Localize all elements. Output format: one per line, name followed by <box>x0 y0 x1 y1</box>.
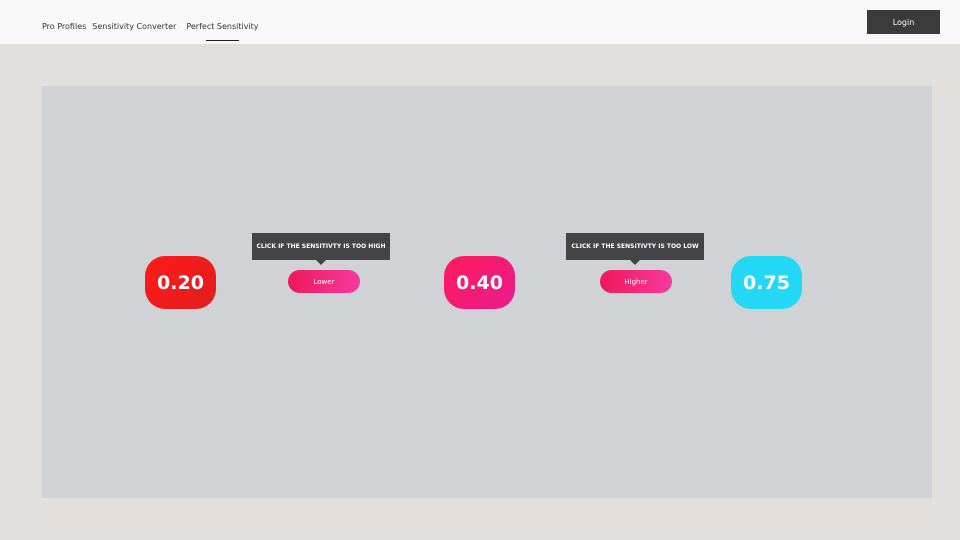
higher-tooltip: CLICK IF THE SENSITIVTY IS TOO LOW <box>566 233 704 265</box>
lower-tooltip: CLICK IF THE SENSITIVTY IS TOO HIGH <box>252 233 390 265</box>
nav-item-perfect-sensitivity[interactable]: Perfect Sensitivity <box>186 22 259 41</box>
low-value-badge: 0.20 <box>145 256 216 309</box>
nav-item-pro-profiles[interactable]: Pro Profiles <box>42 22 86 31</box>
higher-button[interactable]: Higher <box>600 270 672 293</box>
nav-item-sensitivity-converter[interactable]: Sensitivity Converter <box>92 22 176 31</box>
high-value-badge: 0.75 <box>731 256 802 309</box>
current-value-badge: 0.40 <box>444 256 515 309</box>
top-bar: Pro Profiles Sensitivity Converter Perfe… <box>0 0 960 44</box>
lower-button[interactable]: Lower <box>288 270 360 293</box>
sensitivity-stage: 0.20 CLICK IF THE SENSITIVTY IS TOO HIGH… <box>42 86 932 498</box>
login-button[interactable]: Login <box>867 10 940 34</box>
main-nav: Pro Profiles Sensitivity Converter Perfe… <box>42 22 259 41</box>
